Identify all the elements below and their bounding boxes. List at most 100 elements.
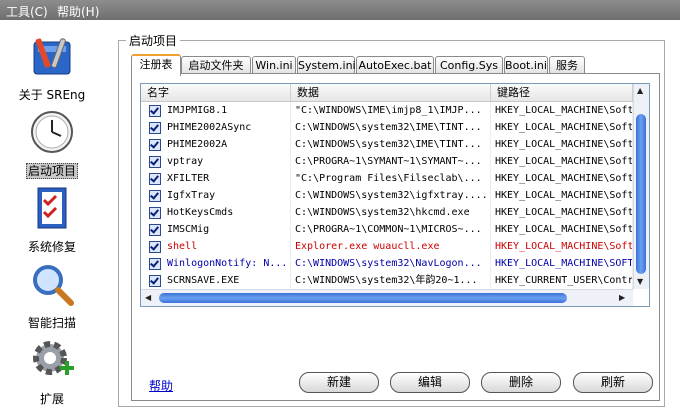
tab-services[interactable]: 服务 <box>549 56 585 74</box>
menubar: 工具(C) 帮助(H) <box>0 0 680 20</box>
row-path: HKEY_LOCAL_MACHINE\Soft <box>491 119 633 136</box>
row-data: C:\WINDOWS\system32\NavLogon... <box>291 255 491 272</box>
row-name: shell <box>163 238 291 255</box>
table-row[interactable]: PHIME2002ASync C:\WINDOWS\system32\IME\TI… <box>141 119 633 136</box>
row-name: vptray <box>163 153 291 170</box>
row-data: C:\WINDOWS\system32\hkcmd.exe <box>291 204 491 221</box>
row-path: HKEY_LOCAL_MACHINE\Soft <box>491 204 633 221</box>
nav-about-label: 关于 SREng <box>18 88 86 102</box>
row-name: WinlogonNotify: N... <box>163 255 291 272</box>
edit-button[interactable]: 编辑 <box>390 372 470 393</box>
scroll-right-arrow-icon[interactable]: ▶ <box>619 293 625 302</box>
row-checkbox[interactable] <box>149 173 161 185</box>
row-path: HKEY_LOCAL_MACHINE\Soft <box>491 221 633 238</box>
gear-plus-icon <box>33 341 74 375</box>
nav-extend-label: 扩展 <box>39 392 64 406</box>
scroll-up-arrow-icon[interactable]: ▲ <box>637 86 643 95</box>
row-data: C:\WINDOWS\system32\IME\TINT... <box>291 136 491 153</box>
row-name: HotKeysCmds <box>163 204 291 221</box>
tab-win-ini[interactable]: Win.ini <box>252 56 296 74</box>
tab-registry[interactable]: 注册表 <box>131 54 181 76</box>
row-checkbox[interactable] <box>149 224 161 236</box>
tab-autoexec[interactable]: AutoExec.bat <box>356 56 434 74</box>
refresh-button[interactable]: 刷新 <box>573 372 653 393</box>
row-checkbox[interactable] <box>149 258 161 270</box>
row-path: HKEY_LOCAL_MACHINE\Soft <box>491 238 633 255</box>
help-link[interactable]: 帮助 <box>149 377 173 394</box>
row-name: XFILTER <box>163 170 291 187</box>
nav-about[interactable]: 关于 SREng <box>0 32 104 102</box>
row-name: IMSCMig <box>163 221 291 238</box>
nav-repair-label: 系统修复 <box>27 240 76 254</box>
row-checkbox[interactable] <box>149 105 161 117</box>
row-checkbox[interactable] <box>149 156 161 168</box>
row-name: IMJPMIG8.1 <box>163 102 291 119</box>
nav-scan-label: 智能扫描 <box>27 316 76 330</box>
scroll-left-arrow-icon[interactable]: ◀ <box>145 293 151 302</box>
table-row[interactable]: IMSCMig C:\PROGRA~1\COMMON~1\MICROS~... HK… <box>141 221 633 238</box>
nav-extend[interactable]: 扩展 <box>0 336 104 406</box>
registry-list[interactable]: 名字 数据 键路径 IMJPMIG8.1 "C:\WINDOWS\IME\imjp… <box>140 83 650 307</box>
row-path: HKEY_LOCAL_MACHINE\SOFT <box>491 255 633 272</box>
left-nav: 关于 SREng 启动项目 系统修复 智能扫描 扩展 <box>0 20 104 411</box>
row-data: "C:\WINDOWS\IME\imjp8_1\IMJP... <box>291 102 491 119</box>
table-row[interactable]: IMJPMIG8.1 "C:\WINDOWS\IME\imjp8_1\IMJP..… <box>141 102 633 119</box>
col-data-header[interactable]: 数据 <box>291 84 491 101</box>
row-name: PHIME2002A <box>163 136 291 153</box>
scroll-down-arrow-icon[interactable]: ▼ <box>637 277 643 286</box>
row-path: HKEY_LOCAL_MACHINE\Soft <box>491 102 633 119</box>
vertical-scrollbar[interactable]: ▲ ▼ <box>633 84 649 289</box>
menu-help[interactable]: 帮助(H) <box>57 3 99 20</box>
table-row[interactable]: PHIME2002A C:\WINDOWS\system32\IME\TINT..… <box>141 136 633 153</box>
vertical-scroll-thumb[interactable] <box>636 114 646 274</box>
row-path: HKEY_LOCAL_MACHINE\Soft <box>491 170 633 187</box>
magnifier-icon <box>33 265 74 306</box>
nav-startup-label: 启动项目 <box>25 163 78 179</box>
row-data: C:\WINDOWS\system32\igfxtray.... <box>291 187 491 204</box>
row-checkbox[interactable] <box>149 207 161 219</box>
toolbox-icon <box>33 38 71 75</box>
row-checkbox[interactable] <box>149 275 161 287</box>
horizontal-scrollbar[interactable]: ◀ ▶ <box>141 289 633 306</box>
row-checkbox[interactable] <box>149 190 161 202</box>
checklist-icon <box>37 187 67 229</box>
row-data: C:\WINDOWS\system32\IME\TINT... <box>291 119 491 136</box>
table-row[interactable]: WinlogonNotify: N... C:\WINDOWS\system32\… <box>141 255 633 272</box>
new-button[interactable]: 新建 <box>299 372 379 393</box>
group-title: 启动项目 <box>126 32 181 49</box>
row-path: HKEY_LOCAL_MACHINE\Soft <box>491 153 633 170</box>
delete-button[interactable]: 删除 <box>481 372 561 393</box>
row-data: Explorer.exe wuaucll.exe <box>291 238 491 255</box>
tab-config-sys[interactable]: Config.Sys <box>435 56 503 74</box>
row-checkbox[interactable] <box>149 241 161 253</box>
nav-startup[interactable]: 启动项目 <box>0 108 104 179</box>
menu-tools[interactable]: 工具(C) <box>6 3 48 20</box>
row-name: SCRNSAVE.EXE <box>163 272 291 289</box>
row-data: C:\WINDOWS\system32\年韵20~1... <box>291 272 491 289</box>
row-path: HKEY_LOCAL_MACHINE\Soft <box>491 187 633 204</box>
row-data: C:\PROGRA~1\SYMANT~1\SYMANT~... <box>291 153 491 170</box>
col-name-header[interactable]: 名字 <box>141 84 291 101</box>
tab-system-ini[interactable]: System.ini <box>297 56 356 74</box>
tab-boot-ini[interactable]: Boot.ini <box>504 56 548 74</box>
col-path-header[interactable]: 键路径 <box>491 84 633 101</box>
row-checkbox[interactable] <box>149 139 161 151</box>
row-checkbox[interactable] <box>149 122 161 134</box>
horizontal-scroll-thumb[interactable] <box>159 293 567 303</box>
list-header: 名字 数据 键路径 <box>141 84 633 102</box>
nav-repair[interactable]: 系统修复 <box>0 184 104 254</box>
row-name: PHIME2002ASync <box>163 119 291 136</box>
row-path: HKEY_LOCAL_MACHINE\Soft <box>491 136 633 153</box>
row-data: "C:\Program Files\Filseclab\... <box>291 170 491 187</box>
table-row[interactable]: IgfxTray C:\WINDOWS\system32\igfxtray....… <box>141 187 633 204</box>
nav-scan[interactable]: 智能扫描 <box>0 260 104 330</box>
table-row[interactable]: HotKeysCmds C:\WINDOWS\system32\hkcmd.exe… <box>141 204 633 221</box>
table-row[interactable]: vptray C:\PROGRA~1\SYMANT~1\SYMANT~... HKE… <box>141 153 633 170</box>
table-row[interactable]: SCRNSAVE.EXE C:\WINDOWS\system32\年韵20~1..… <box>141 272 633 289</box>
tab-startup-folder[interactable]: 启动文件夹 <box>181 56 251 74</box>
table-row[interactable]: XFILTER "C:\Program Files\Filseclab\... HK… <box>141 170 633 187</box>
row-path: HKEY_CURRENT_USER\Contr <box>491 272 633 289</box>
table-row[interactable]: shell Explorer.exe wuaucll.exe HKEY_LOCAL_… <box>141 238 633 255</box>
clock-icon <box>31 111 73 153</box>
row-name: IgfxTray <box>163 187 291 204</box>
